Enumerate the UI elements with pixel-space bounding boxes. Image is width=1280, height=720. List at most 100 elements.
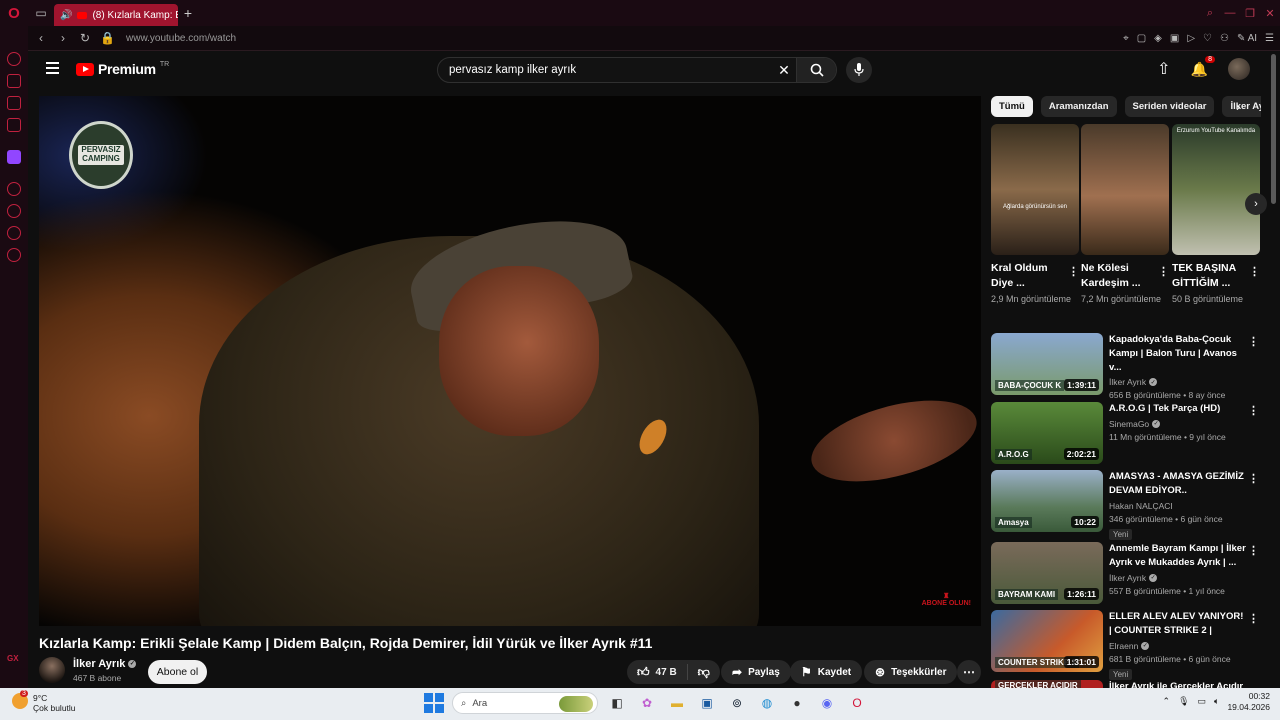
short-thumbnail[interactable] — [1081, 124, 1169, 255]
channel-name-row[interactable]: İlker Ayrık ✓ — [73, 658, 137, 670]
store-icon[interactable]: ▣ — [696, 692, 718, 714]
steam-icon[interactable]: ⊚ — [726, 692, 748, 714]
more-actions-button[interactable]: ⋯ — [957, 660, 981, 684]
shorts-next-button[interactable]: › — [1245, 193, 1267, 215]
weather-widget[interactable]: 3 9°C Çok bulutlu — [12, 690, 76, 713]
file-explorer-icon[interactable]: ▬ — [666, 692, 688, 714]
save-button[interactable]: ⚑ Kaydet — [790, 660, 863, 684]
video-menu-icon[interactable]: ⋮ — [1248, 472, 1259, 485]
short-menu-icon[interactable]: ⋮ — [1158, 265, 1169, 278]
chip-series[interactable]: Seriden videolar — [1124, 96, 1215, 117]
chevron-up-icon[interactable]: ⌃ — [1163, 696, 1171, 707]
video-channel[interactable]: İlker Ayrık — [1109, 573, 1146, 583]
speed-dial-icon[interactable] — [7, 52, 21, 66]
dislike-button[interactable]: 👎︎ — [688, 665, 720, 680]
video-title-link[interactable]: İlker Ayrık ile Gerçekler Acıdır | — [1109, 680, 1247, 688]
like-button[interactable]: 👍︎ 47 B — [627, 664, 688, 680]
notifications-bell-icon[interactable]: 🔔 8 — [1191, 55, 1215, 78]
video-channel[interactable]: SinemaGo — [1109, 419, 1149, 429]
forward-icon[interactable]: › — [56, 31, 70, 45]
menu-icon[interactable]: ☰ — [1265, 33, 1274, 44]
browser-tab-active[interactable]: 🔊 (8) Kızlarla Kamp: Erikli — [54, 4, 178, 26]
edge-icon[interactable]: ◍ — [756, 692, 778, 714]
short-title[interactable]: TEK BAŞINA GİTTİĞİM ... — [1172, 261, 1242, 290]
play-icon[interactable]: ▷ — [1187, 33, 1195, 44]
ai-button[interactable]: ✎ AI — [1237, 33, 1257, 44]
video-channel[interactable]: Hakan NALÇACI — [1109, 501, 1173, 511]
short-menu-icon[interactable]: ⋮ — [1068, 265, 1079, 278]
channel-name[interactable]: İlker Ayrık — [73, 658, 125, 670]
short-item[interactable]: Erzurum YouTube Kanalımda TEK BAŞINA GİT… — [1172, 124, 1260, 306]
taskbar-search[interactable]: ⌕ Ara — [452, 692, 598, 714]
share-button[interactable]: ➦ Paylaş — [721, 660, 791, 684]
recommended-video[interactable]: COUNTER STRIKE 2 1:31:01 ELLER ALEV ALEV… — [991, 610, 1261, 680]
recommended-video[interactable]: Amasya 10:22 AMASYA3 - AMASYA GEZİMİZ DE… — [991, 470, 1261, 540]
clock[interactable]: 00:32 19.04.2026 — [1227, 691, 1270, 712]
maximize-icon[interactable]: ❐ — [1240, 0, 1260, 26]
lock-icon[interactable]: 🔒 — [100, 31, 115, 45]
opera-logo-icon[interactable]: O — [0, 0, 28, 26]
recommended-video[interactable]: BABA-ÇOCUK K 1:39:11 Kapadokya'da Baba-Ç… — [991, 333, 1261, 400]
copilot-icon[interactable]: ✿ — [636, 692, 658, 714]
task-view-icon[interactable]: ◧ — [606, 692, 628, 714]
youtube-logo[interactable]: Premium TR — [76, 61, 169, 77]
video-menu-icon[interactable]: ⋮ — [1248, 335, 1259, 348]
voice-search-button[interactable] — [846, 57, 872, 83]
user-avatar[interactable] — [1228, 58, 1250, 80]
short-title[interactable]: Ne Kölesi Kardeşim ... — [1081, 261, 1151, 290]
network-icon[interactable]: ▭ — [1198, 696, 1207, 707]
video-title-link[interactable]: ELLER ALEV ALEV YANIYOR! | COUNTER STRIK… — [1109, 610, 1247, 638]
extensions-icon[interactable] — [7, 226, 21, 240]
chip-all[interactable]: Tümü — [991, 96, 1033, 117]
twitch-icon[interactable] — [7, 150, 21, 164]
video-channel[interactable]: Elraenn — [1109, 641, 1138, 651]
video-thumbnail[interactable]: A.R.O.G 2:02:21 — [991, 402, 1103, 464]
recommended-video[interactable]: BAYRAM KAMI 1:26:11 Annemle Bayram Kampı… — [991, 542, 1261, 604]
recommended-video[interactable]: A.R.O.G 2:02:21 A.R.O.G | Tek Parça (HD)… — [991, 402, 1261, 464]
reload-icon[interactable]: ↻ — [78, 31, 92, 45]
search-input[interactable]: pervasız kamp ilker ayrık — [438, 64, 772, 76]
volume-icon[interactable]: 🔈︎ — [1214, 696, 1219, 707]
clear-search-icon[interactable]: ✕ — [772, 62, 796, 79]
chip-from-search[interactable]: Aramanızdan — [1040, 96, 1117, 117]
video-thumbnail[interactable]: BAYRAM KAMI 1:26:11 — [991, 542, 1103, 604]
chip-channel[interactable]: İlker Ayrık — [1222, 96, 1261, 117]
video-thumbnail[interactable]: COUNTER STRIKE 2 1:31:01 — [991, 610, 1103, 672]
back-icon[interactable]: ‹ — [34, 31, 48, 45]
thanks-button[interactable]: ⊛ Teşekkürler — [864, 660, 958, 684]
short-title[interactable]: Kral Oldum Diye ... — [991, 261, 1061, 290]
video-menu-icon[interactable]: ⋮ — [1248, 404, 1259, 417]
opera-gx-taskbar-icon[interactable]: O — [846, 692, 868, 714]
heart-icon[interactable]: ♡ — [1203, 33, 1212, 44]
video-channel[interactable]: İlker Ayrık — [1109, 377, 1146, 387]
search-button[interactable] — [796, 58, 836, 82]
video-thumbnail[interactable]: Amasya 10:22 — [991, 470, 1103, 532]
account-icon[interactable]: ⚇ — [1220, 33, 1229, 44]
video-menu-icon[interactable]: ⋮ — [1248, 612, 1259, 625]
cube-icon[interactable]: ▣ — [1170, 33, 1179, 44]
gx-corner-icon[interactable]: GX — [7, 654, 19, 663]
pin-icon[interactable]: ⌖ — [1123, 33, 1129, 44]
video-menu-icon[interactable]: ⋮ — [1248, 544, 1259, 557]
video-title-link[interactable]: AMASYA3 - AMASYA GEZİMİZ DEVAM EDİYOR.. — [1109, 470, 1247, 498]
video-title-link[interactable]: A.R.O.G | Tek Parça (HD) — [1109, 402, 1247, 416]
close-icon[interactable]: ✕ — [1260, 0, 1280, 26]
short-menu-icon[interactable]: ⋮ — [1249, 265, 1260, 278]
messenger-icon[interactable] — [7, 96, 21, 110]
channel-avatar[interactable] — [39, 657, 65, 683]
video-thumbnail[interactable]: BABA-ÇOCUK K 1:39:11 — [991, 333, 1103, 395]
video-thumbnail[interactable]: GERÇEKLER ACIDIR — [991, 680, 1103, 688]
short-thumbnail[interactable]: Ağlarda görünürsün sen — [991, 124, 1079, 255]
chevron-right-icon[interactable]: › — [1236, 100, 1240, 114]
history-icon[interactable] — [7, 204, 21, 218]
tab-islands-icon[interactable]: ▭ — [28, 0, 54, 26]
create-upload-icon[interactable]: ⇧ — [1157, 59, 1170, 79]
recommended-video[interactable]: GERÇEKLER ACIDIR İlker Ayrık ile Gerçekl… — [991, 680, 1261, 688]
url-field[interactable]: www.youtube.com/watch — [126, 33, 236, 44]
windows-start-icon[interactable] — [424, 693, 444, 713]
video-title-link[interactable]: Kapadokya'da Baba-Çocuk Kampı | Balon Tu… — [1109, 333, 1247, 374]
short-item[interactable]: Ne Kölesi Kardeşim ... 7,2 Mn görüntülem… — [1081, 124, 1169, 306]
discord-icon[interactable]: ◉ — [816, 692, 838, 714]
new-tab-button[interactable]: + — [178, 2, 198, 24]
short-thumbnail[interactable]: Erzurum YouTube Kanalımda — [1172, 124, 1260, 255]
